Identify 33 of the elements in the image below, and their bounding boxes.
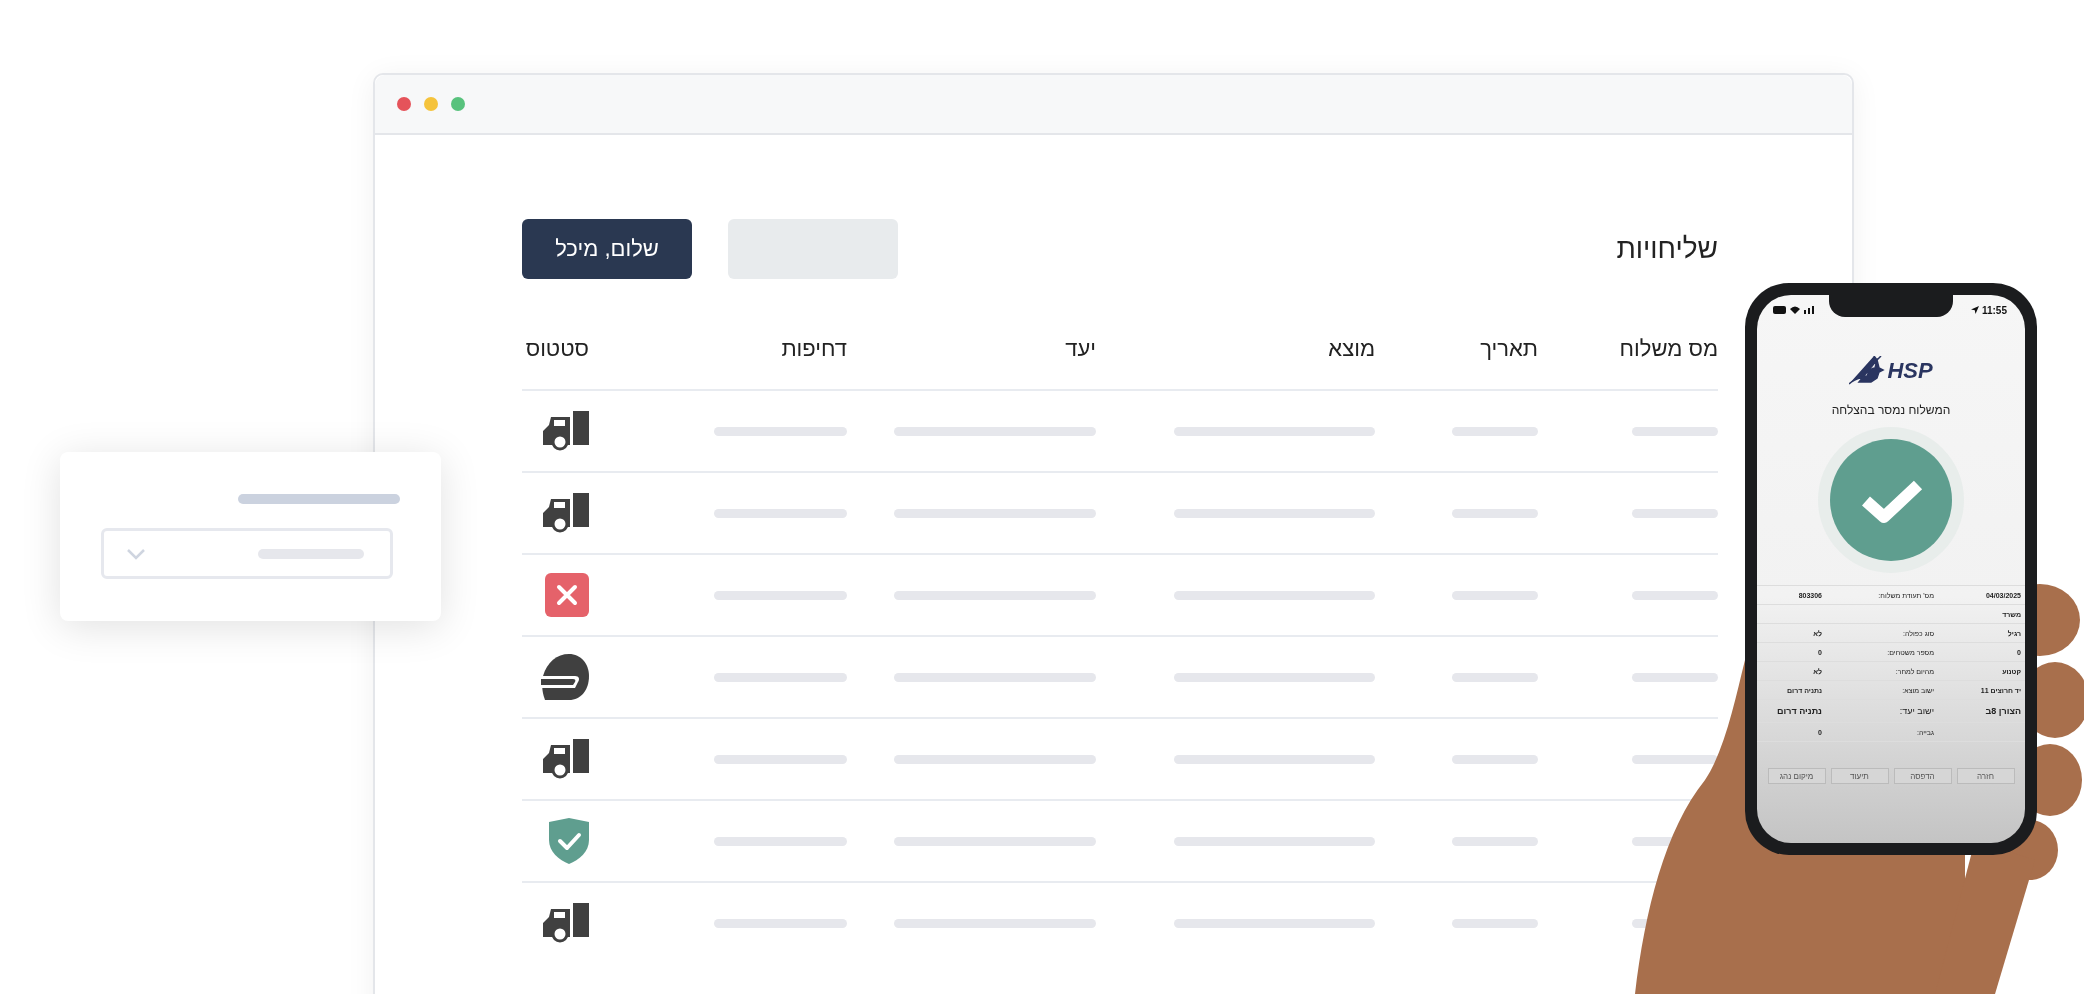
- truck-icon: [543, 903, 589, 943]
- detail-value: נתניה דרום: [1776, 706, 1823, 716]
- check-circle-icon: [1830, 439, 1952, 561]
- phone-button[interactable]: תיעוד: [1830, 768, 1889, 784]
- truck-icon: [543, 493, 589, 533]
- dropdown-field[interactable]: [101, 528, 393, 579]
- minimize-dot-icon[interactable]: [424, 97, 438, 111]
- truck-icon: [543, 739, 589, 779]
- helmet-icon: [541, 654, 589, 700]
- detail-value: הצורן 8ב: [1984, 706, 2022, 716]
- column-header: מוצא: [1327, 336, 1375, 362]
- chevron-down-icon: [126, 547, 146, 560]
- shield-check-icon: [549, 818, 589, 864]
- user-button[interactable]: שלום, מיכל: [522, 219, 692, 279]
- detail-label: ישוב יעד:: [1898, 706, 1935, 716]
- clock-time: 11:55: [1981, 304, 2007, 316]
- column-header: סטטוס: [524, 336, 589, 362]
- logo-text: HSP: [1887, 358, 1933, 384]
- close-dot-icon[interactable]: [397, 97, 411, 111]
- location-arrow-icon: [1970, 306, 1979, 314]
- cancelled-icon: [545, 573, 589, 617]
- column-header: דחיפות: [780, 336, 847, 362]
- column-header: יעד: [1064, 336, 1096, 362]
- page-title: שליחויות: [1616, 233, 1718, 265]
- maximize-dot-icon[interactable]: [451, 97, 465, 111]
- column-header: מס משלוח: [1618, 336, 1718, 362]
- phone-button[interactable]: הדפסה: [1893, 768, 1952, 784]
- phone-button[interactable]: מיקום נהג: [1767, 768, 1826, 784]
- column-header: תאריך: [1479, 336, 1538, 362]
- phone-button[interactable]: חזרה: [1956, 768, 2015, 784]
- success-message: המשלוח נמסר בהצלחה: [1831, 403, 1951, 417]
- truck-icon: [543, 411, 589, 451]
- deer-icon: [1849, 356, 1886, 386]
